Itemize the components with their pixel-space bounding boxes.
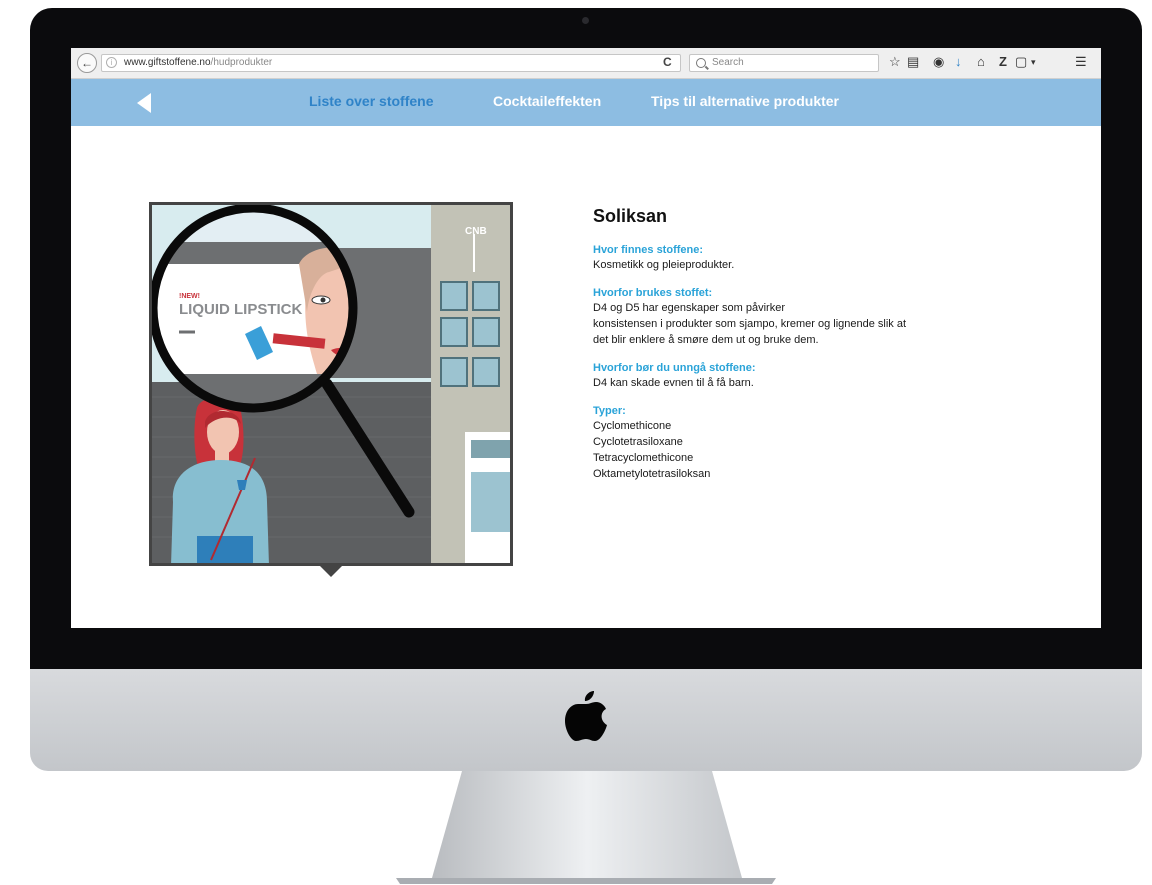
- section-body-why-avoid: D4 kan skade evnen til å få barn.: [593, 377, 754, 389]
- section-heading-where: Hvor finnes stoffene:: [593, 244, 704, 256]
- illustration-pointer: [320, 566, 342, 577]
- section-body-types: Cyclomethicone Cyclotetrasiloxane Tetrac…: [593, 420, 711, 480]
- section-heading-why-avoid: Hvorfor bør du unngå stoffene:: [593, 362, 756, 374]
- home-icon[interactable]: ⌂: [977, 54, 985, 70]
- download-icon[interactable]: ↓: [955, 54, 962, 70]
- section-heading-why-used: Hvorfor brukes stoffet:: [593, 287, 713, 299]
- section-body-why-used: D4 og D5 har egenskaper som påvirker kon…: [593, 302, 907, 346]
- nav-item-tips-alternative-produkter[interactable]: Tips til alternative produkter: [651, 93, 839, 109]
- search-placeholder: Search: [712, 57, 744, 68]
- building-sign: CNB: [465, 226, 487, 237]
- url-text: www.giftstoffene.no/hudprodukter: [124, 57, 273, 68]
- substance-details: Soliksan Hvor finnes stoffene: Kosmetikk…: [593, 206, 993, 495]
- bookmark-star-icon[interactable]: ☆: [889, 54, 901, 70]
- section-body-where: Kosmetikk og pleieprodukter.: [593, 259, 735, 271]
- reload-icon[interactable]: C: [663, 55, 672, 69]
- browser-toolbar: ← i www.giftstoffene.no/hudprodukter C S…: [71, 48, 1101, 79]
- menu-icon[interactable]: ☰: [1075, 54, 1087, 70]
- extension-dropdown-icon[interactable]: ▾: [1031, 54, 1036, 70]
- search-input[interactable]: Search: [689, 54, 879, 72]
- billboard-new-label: !NEW!: [179, 293, 200, 300]
- extension-icon[interactable]: ▢: [1015, 54, 1027, 70]
- search-icon: [696, 58, 706, 68]
- zotero-icon[interactable]: Z: [999, 54, 1007, 70]
- camera-dot: [582, 17, 589, 24]
- info-icon[interactable]: i: [106, 57, 117, 68]
- address-bar[interactable]: i www.giftstoffene.no/hudprodukter: [101, 54, 681, 72]
- nav-back-arrow-icon[interactable]: [137, 93, 151, 113]
- site-nav: Liste over stoffene Cocktaileffekten Tip…: [71, 79, 1101, 126]
- billboard-title: LIQUID LIPSTICK: [179, 301, 303, 318]
- screen: ← i www.giftstoffene.no/hudprodukter C S…: [71, 48, 1101, 628]
- section-heading-types: Typer:: [593, 405, 626, 417]
- nav-item-liste-over-stoffene[interactable]: Liste over stoffene: [309, 93, 433, 109]
- apple-logo-icon: [565, 691, 607, 741]
- substance-title: Soliksan: [593, 206, 668, 226]
- nav-item-cocktaileffekten[interactable]: Cocktaileffekten: [493, 93, 601, 109]
- pocket-icon[interactable]: ◉: [933, 54, 944, 70]
- back-button[interactable]: ←: [77, 53, 97, 73]
- magnifier-illustration: CNB !NEW! LIQUID LIPSTICK: [149, 202, 513, 566]
- bookmarks-list-icon[interactable]: ▤: [907, 54, 919, 70]
